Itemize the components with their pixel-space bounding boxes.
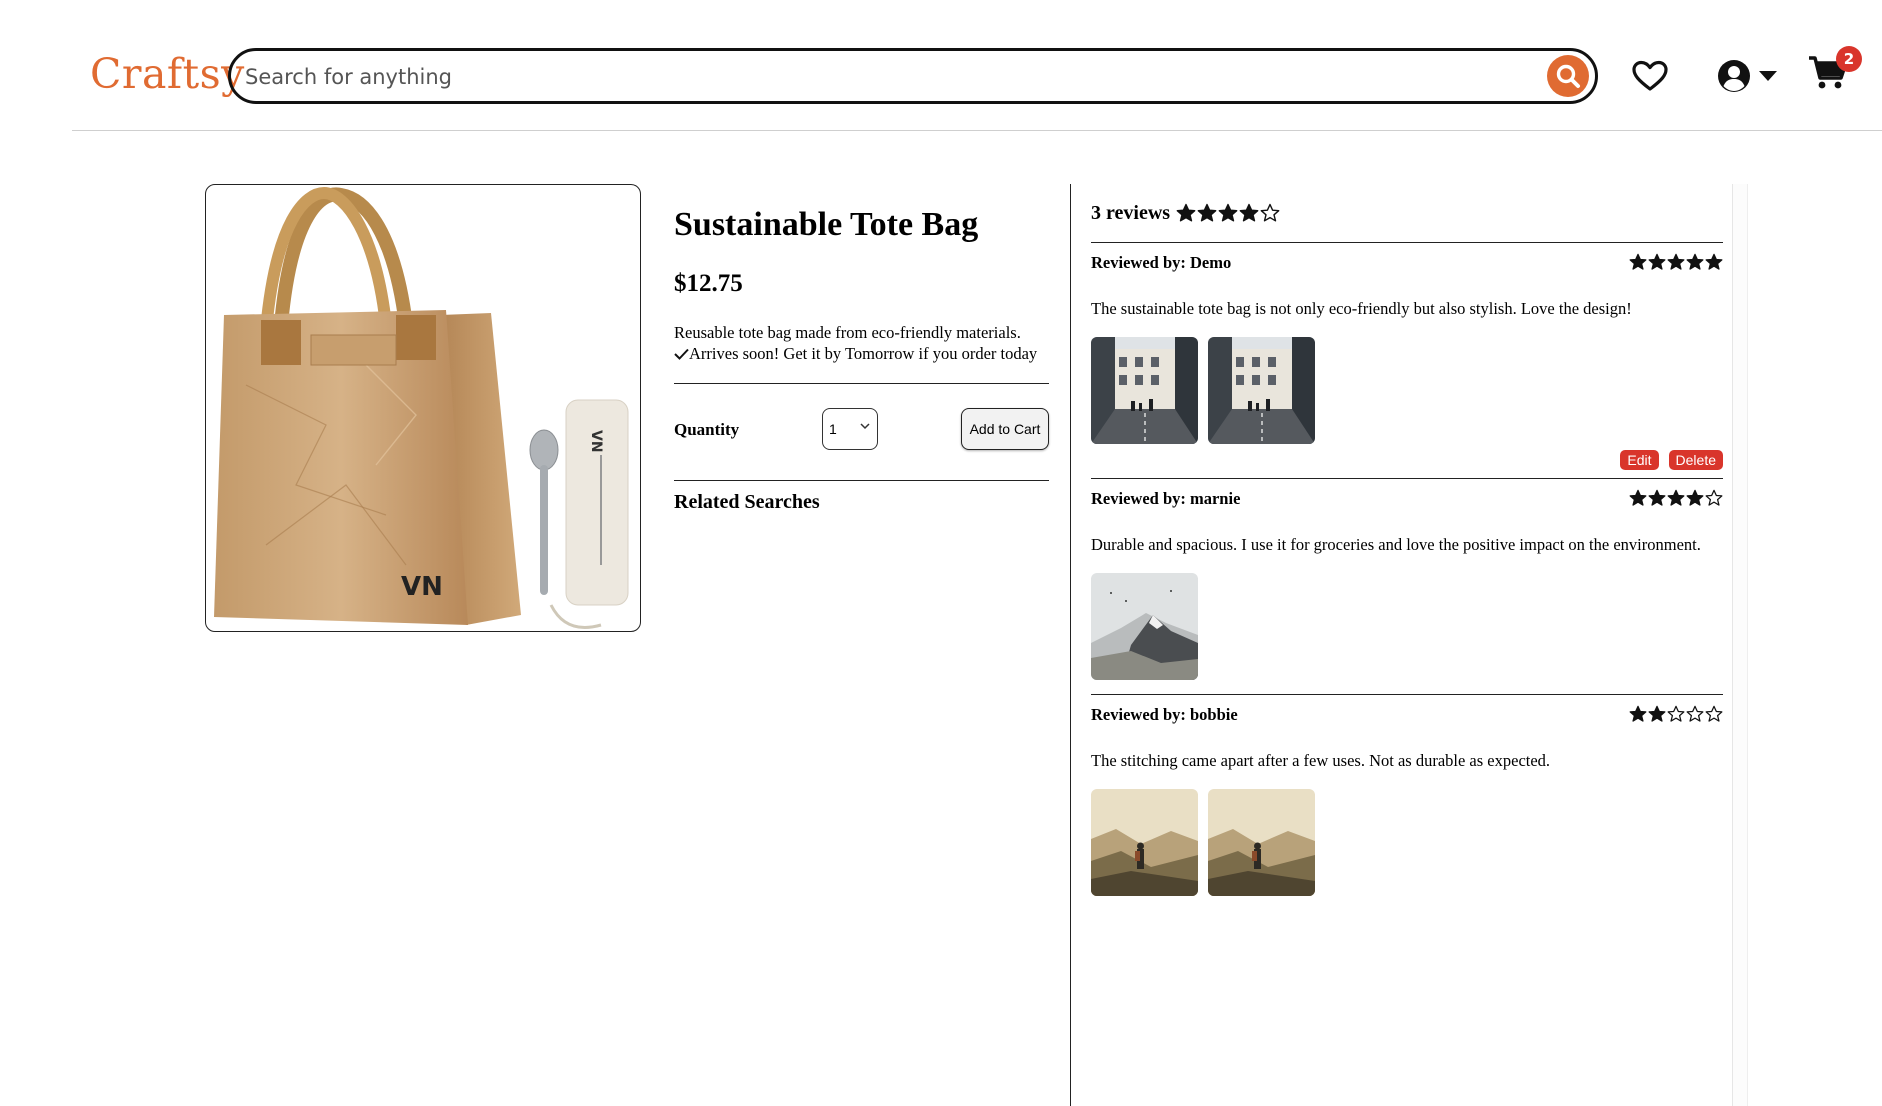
cart-count-badge: 2 — [1836, 46, 1862, 72]
review-text: Durable and spacious. I use it for groce… — [1091, 535, 1701, 554]
favorites-button[interactable] — [1632, 60, 1668, 97]
product-info: Sustainable Tote Bag $12.75 Reusable tot… — [674, 184, 1049, 514]
star-empty-icon — [1705, 489, 1723, 506]
review-photo[interactable] — [1208, 789, 1315, 896]
divider — [674, 480, 1049, 481]
star-filled-icon — [1686, 253, 1704, 270]
star-filled-icon — [1239, 203, 1259, 222]
tote-bag-illustration: VN VN — [214, 186, 629, 629]
shipping-text: Arrives soon! Get it by Tomorrow if you … — [689, 344, 1038, 363]
product-description: Reusable tote bag made from eco-friendly… — [674, 323, 1021, 342]
review-photo[interactable] — [1091, 573, 1198, 680]
star-filled-icon — [1648, 705, 1666, 722]
reviews-panel: 3 reviews Reviewed by: Demo The sustaina… — [1091, 184, 1723, 896]
review-text: The sustainable tote bag is not only eco… — [1091, 299, 1632, 318]
star-filled-icon — [1705, 253, 1723, 270]
chevron-down-icon — [860, 423, 870, 430]
heart-icon — [1632, 60, 1668, 91]
review-item: Reviewed by: bobbie The stitching came a… — [1091, 694, 1723, 896]
review-item: Reviewed by: marnie Durable and spacious… — [1091, 478, 1723, 694]
search-input[interactable] — [243, 61, 1547, 93]
add-to-cart-button[interactable]: Add to Cart — [961, 408, 1049, 450]
mountain-photo — [1091, 573, 1198, 680]
quantity-value: 1 — [829, 421, 837, 437]
review-actions: Edit Delete — [1091, 450, 1723, 472]
product-price: $12.75 — [674, 270, 743, 297]
review-photo[interactable] — [1208, 337, 1315, 444]
account-icon — [1718, 60, 1750, 92]
review-photos — [1091, 573, 1723, 680]
star-filled-icon — [1218, 203, 1238, 222]
edit-review-button[interactable]: Edit — [1620, 450, 1659, 470]
average-rating-stars — [1176, 203, 1280, 223]
caret-down-icon — [1759, 71, 1777, 81]
reviews-summary: 3 reviews — [1091, 184, 1723, 242]
review-count: 3 reviews — [1091, 201, 1171, 224]
quantity-select[interactable]: 1 — [822, 408, 878, 450]
star-filled-icon — [1629, 253, 1647, 270]
shipping-note: Arrives soon! Get it by Tomorrow if you … — [674, 343, 1049, 364]
svg-text:VN: VN — [588, 430, 604, 453]
search-icon — [1556, 64, 1580, 88]
product-description-block: Reusable tote bag made from eco-friendly… — [674, 322, 1049, 364]
delete-review-button[interactable]: Delete — [1668, 450, 1723, 470]
product-image: VN VN — [205, 184, 641, 632]
review-rating-stars — [1629, 253, 1723, 271]
review-photo[interactable] — [1091, 337, 1198, 444]
review-photos — [1091, 789, 1723, 896]
star-empty-icon — [1705, 705, 1723, 722]
star-filled-icon — [1667, 253, 1685, 270]
review-photo[interactable] — [1091, 789, 1198, 896]
street-photo — [1208, 337, 1315, 444]
review-photos — [1091, 337, 1723, 444]
svg-text:VN: VN — [401, 572, 443, 602]
star-empty-icon — [1260, 203, 1280, 222]
review-rating-stars — [1629, 489, 1723, 507]
review-text: The stitching came apart after a few use… — [1091, 751, 1551, 770]
star-filled-icon — [1629, 705, 1647, 722]
review-item: Reviewed by: Demo The sustainable tote b… — [1091, 242, 1723, 472]
hiker-photo — [1208, 789, 1315, 896]
account-menu-button[interactable] — [1716, 58, 1778, 94]
checkmark-icon — [674, 348, 689, 360]
review-rating-stars — [1629, 705, 1723, 723]
star-filled-icon — [1686, 489, 1704, 506]
star-empty-icon — [1686, 705, 1704, 722]
column-divider — [1070, 184, 1071, 1106]
brand-logo[interactable]: Craftsy — [90, 50, 245, 98]
star-filled-icon — [1176, 203, 1196, 222]
product-title: Sustainable Tote Bag — [674, 206, 979, 243]
related-searches-heading: Related Searches — [674, 491, 820, 513]
star-filled-icon — [1667, 489, 1685, 506]
site-header: Craftsy 2 — [72, 46, 1882, 131]
search-button[interactable] — [1547, 55, 1589, 97]
quantity-row: Quantity 1 Add to Cart — [674, 384, 1049, 480]
star-filled-icon — [1629, 489, 1647, 506]
quantity-label: Quantity — [674, 420, 740, 439]
star-filled-icon — [1197, 203, 1217, 222]
hiker-photo — [1091, 789, 1198, 896]
star-empty-icon — [1667, 705, 1685, 722]
street-photo — [1091, 337, 1198, 444]
search-bar — [228, 48, 1598, 104]
star-filled-icon — [1648, 489, 1666, 506]
star-filled-icon — [1648, 253, 1666, 270]
reviews-scrollbar[interactable] — [1732, 184, 1748, 1106]
